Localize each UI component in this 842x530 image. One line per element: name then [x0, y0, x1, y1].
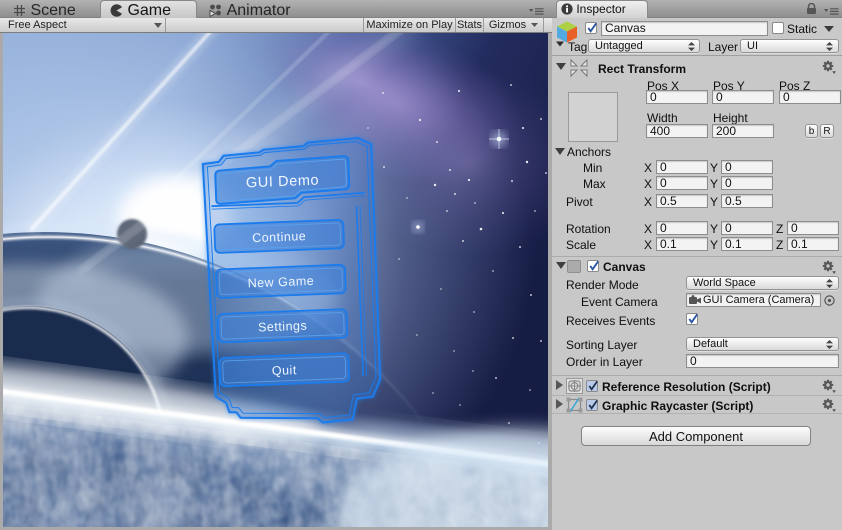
svg-text:GUI Demo: GUI Demo	[246, 173, 320, 192]
svg-text:Continue: Continue	[252, 229, 307, 245]
svg-text:Settings: Settings	[258, 319, 308, 335]
svg-text:Quit: Quit	[272, 363, 297, 378]
svg-text:New Game: New Game	[247, 274, 314, 291]
